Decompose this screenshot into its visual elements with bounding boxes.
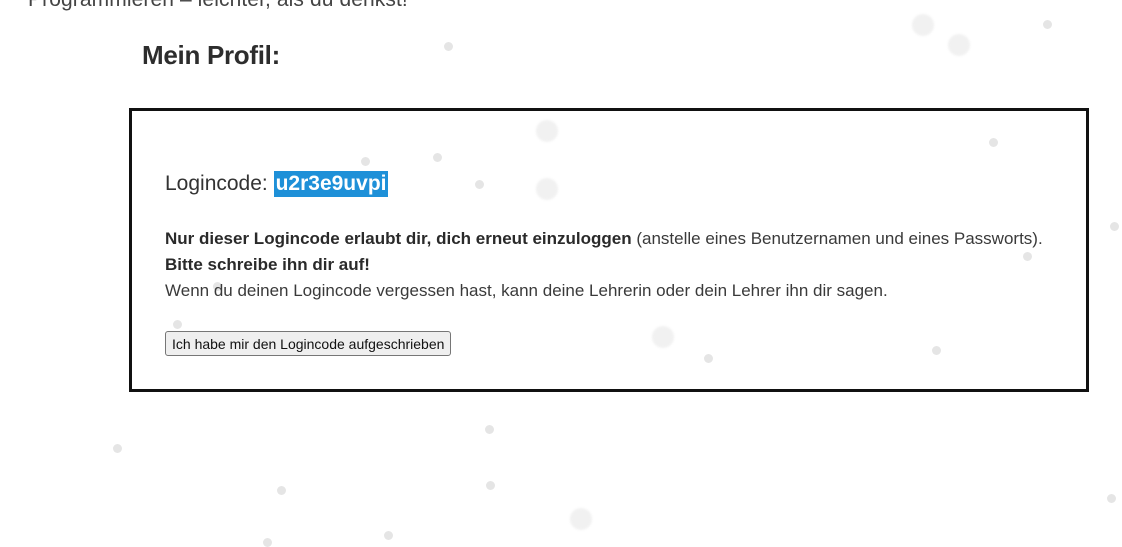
particle [948,34,970,56]
particle [444,42,453,51]
instruction-line-1: Nur dieser Logincode erlaubt dir, dich e… [165,226,1043,252]
particle [570,508,592,530]
particle [486,481,495,490]
login-code-row: Logincode: u2r3e9uvpi [165,171,389,197]
login-code-value[interactable]: u2r3e9uvpi [273,171,389,197]
particle [485,425,494,434]
particle [1107,494,1116,503]
profile-card: Logincode: u2r3e9uvpi Nur dieser Loginco… [129,108,1089,392]
particle [1043,20,1052,29]
instruction-normal-text: (anstelle eines Benutzernamen und eines … [631,229,1043,248]
login-code-instructions: Nur dieser Logincode erlaubt dir, dich e… [165,226,1043,304]
page-title: Mein Profil: [142,40,280,70]
instruction-line-2: Bitte schreibe ihn dir auf! [165,252,1043,278]
confirm-written-down-button[interactable]: Ich habe mir den Logincode aufgeschriebe… [165,331,452,356]
login-code-label: Logincode: [165,172,274,195]
particle [384,531,393,540]
instruction-line-3: Wenn du deinen Logincode vergessen hast,… [165,281,888,300]
particle [912,14,934,36]
particle [113,444,122,453]
site-tagline: Programmieren – leichter, als du denkst! [28,0,408,12]
particle [277,486,286,495]
particle [1110,222,1119,231]
instruction-bold-text: Nur dieser Logincode erlaubt dir, dich e… [165,229,632,248]
write-down-reminder: Bitte schreibe ihn dir auf! [165,255,370,274]
